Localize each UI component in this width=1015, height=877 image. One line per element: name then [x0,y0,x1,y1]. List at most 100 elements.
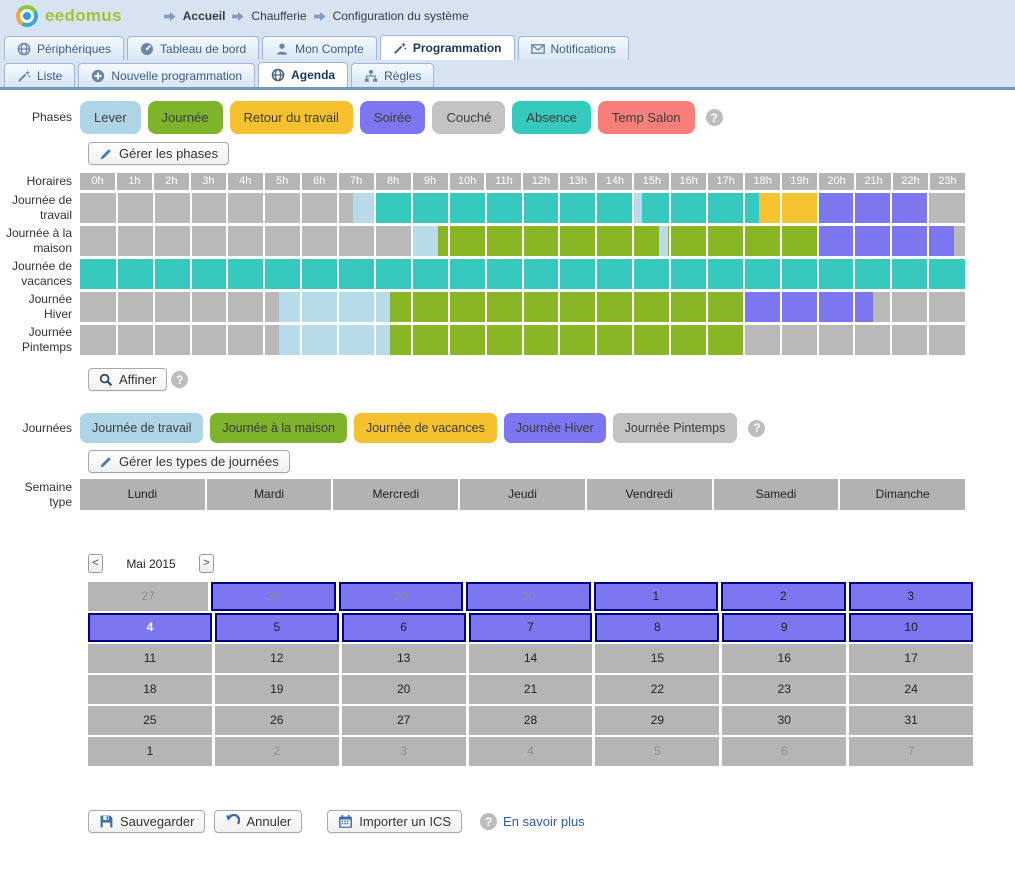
breadcrumb-item-chaufferie[interactable]: Chaufferie [251,9,306,23]
help-icon[interactable]: ? [706,109,723,126]
calendar-day-cell[interactable]: 14 [469,644,593,673]
schedule-segment-purple[interactable] [818,226,954,256]
calendar-day-cell[interactable]: 27 [88,582,208,611]
week-day-lundi[interactable]: Lundi [80,479,205,510]
schedule-segment-green[interactable] [390,325,744,355]
phase-pill-journee-pintemps[interactable]: Journée Pintemps [613,413,738,443]
calendar-day-cell[interactable]: 7 [469,613,593,642]
phase-pill-absence[interactable]: Absence [512,101,591,134]
schedule-segment-lightblue[interactable] [659,226,668,256]
schedule-segment-purple[interactable] [818,193,929,223]
refine-button[interactable]: Affiner [88,368,167,391]
manage-day-types-button[interactable]: Gérer les types de journées [88,450,290,473]
tab-regles[interactable]: Règles [351,63,434,87]
calendar-day-cell[interactable]: 20 [342,675,466,704]
tab-tableau-de-bord[interactable]: Tableau de bord [127,36,259,60]
schedule-segment-lightblue[interactable] [633,193,642,223]
schedule-segment-gray[interactable] [928,193,965,223]
schedule-segment-yellow[interactable] [759,193,818,223]
schedule-segment-lightblue[interactable] [412,226,438,256]
breadcrumb-item-configuration-du-systeme[interactable]: Configuration du système [333,9,469,23]
help-icon[interactable]: ? [748,420,765,437]
week-day-jeudi[interactable]: Jeudi [460,479,585,510]
calendar-day-cell[interactable]: 3 [342,737,466,766]
phase-pill-journee[interactable]: Journée [148,101,223,134]
calendar-prev-button[interactable]: < [88,554,103,573]
calendar-day-cell[interactable]: 16 [722,644,846,673]
save-button[interactable]: Sauvegarder [88,810,205,833]
week-day-mardi[interactable]: Mardi [207,479,332,510]
tab-mon-compte[interactable]: Mon Compte [262,36,377,60]
week-day-dimanche[interactable]: Dimanche [840,479,965,510]
phase-pill-journee-de-vacances[interactable]: Journée de vacances [354,413,497,443]
calendar-day-cell[interactable]: 26 [215,706,339,735]
calendar-day-cell[interactable]: 13 [342,644,466,673]
calendar-day-cell[interactable]: 2 [721,582,845,611]
calendar-day-cell[interactable]: 8 [595,613,719,642]
calendar-day-cell[interactable]: 15 [595,644,719,673]
schedule-bar-journee-pintemps[interactable] [80,325,965,355]
tab-peripheriques[interactable]: Périphériques [4,36,124,60]
phase-pill-retour-du-travail[interactable]: Retour du travail [230,101,353,134]
calendar-day-cell[interactable]: 9 [722,613,846,642]
phase-pill-temp-salon[interactable]: Temp Salon [598,101,695,134]
calendar-day-cell[interactable]: 17 [849,644,973,673]
phase-pill-lever[interactable]: Lever [80,101,141,134]
schedule-segment-gray[interactable] [80,325,279,355]
phase-pill-journee-a-la-maison[interactable]: Journée à la maison [210,413,347,443]
calendar-day-cell[interactable]: 1 [594,582,718,611]
schedule-segment-lightblue[interactable] [353,193,375,223]
learn-more-link[interactable]: En savoir plus [503,814,585,829]
schedule-segment-gray[interactable] [80,193,353,223]
tab-liste[interactable]: Liste [4,63,75,87]
calendar-day-cell[interactable]: 5 [595,737,719,766]
calendar-day-cell[interactable]: 7 [849,737,973,766]
calendar-day-cell[interactable]: 29 [595,706,719,735]
calendar-day-cell[interactable]: 1 [88,737,212,766]
tab-agenda[interactable]: Agenda [258,62,348,87]
schedule-bar-journee-de-travail[interactable] [80,193,965,223]
schedule-segment-gray[interactable] [954,226,965,256]
calendar-day-cell[interactable]: 21 [469,675,593,704]
calendar-day-cell[interactable]: 12 [215,644,339,673]
schedule-bar-journee-a-la-maison[interactable] [80,226,965,256]
calendar-day-cell[interactable]: 30 [466,582,590,611]
cancel-button[interactable]: Annuler [214,810,302,833]
calendar-day-cell[interactable]: 24 [849,675,973,704]
calendar-day-cell[interactable]: 4 [469,737,593,766]
schedule-segment-green[interactable] [390,292,744,322]
calendar-day-cell[interactable]: 5 [215,613,339,642]
help-icon[interactable]: ? [480,813,497,830]
schedule-segment-teal[interactable] [642,193,758,223]
calendar-day-cell[interactable]: 10 [849,613,973,642]
calendar-day-cell[interactable]: 6 [722,737,846,766]
help-icon[interactable]: ? [171,371,188,388]
schedule-segment-green[interactable] [438,226,659,256]
import-ics-button[interactable]: Importer un ICS [327,810,462,833]
phase-pill-journee-de-travail[interactable]: Journée de travail [80,413,203,443]
schedule-bar-journee-hiver[interactable] [80,292,965,322]
calendar-day-cell[interactable]: 3 [849,582,973,611]
phase-pill-soiree[interactable]: Soirée [360,101,426,134]
calendar-day-cell[interactable]: 18 [88,675,212,704]
calendar-next-button[interactable]: > [199,554,214,573]
tab-notifications[interactable]: Notifications [518,36,629,60]
phase-pill-couche[interactable]: Couché [432,101,505,134]
schedule-segment-gray[interactable] [80,226,412,256]
schedule-bar-journee-de-vacances[interactable] [80,259,965,289]
calendar-day-cell[interactable]: 30 [722,706,846,735]
calendar-day-cell[interactable]: 23 [722,675,846,704]
calendar-day-cell[interactable]: 11 [88,644,212,673]
calendar-day-cell[interactable]: 19 [215,675,339,704]
schedule-segment-gray[interactable] [80,292,279,322]
calendar-day-cell[interactable]: 6 [342,613,466,642]
calendar-day-cell[interactable]: 25 [88,706,212,735]
week-day-vendredi[interactable]: Vendredi [587,479,712,510]
breadcrumb-item-accueil[interactable]: Accueil [183,9,226,23]
calendar-day-cell[interactable]: 4 [88,613,212,642]
eedomus-logo[interactable]: eedomus [16,5,122,27]
week-day-mercredi[interactable]: Mercredi [333,479,458,510]
calendar-day-cell[interactable]: 31 [849,706,973,735]
tab-nouvelle-programmation[interactable]: Nouvelle programmation [78,63,255,87]
schedule-segment-gray[interactable] [873,292,965,322]
